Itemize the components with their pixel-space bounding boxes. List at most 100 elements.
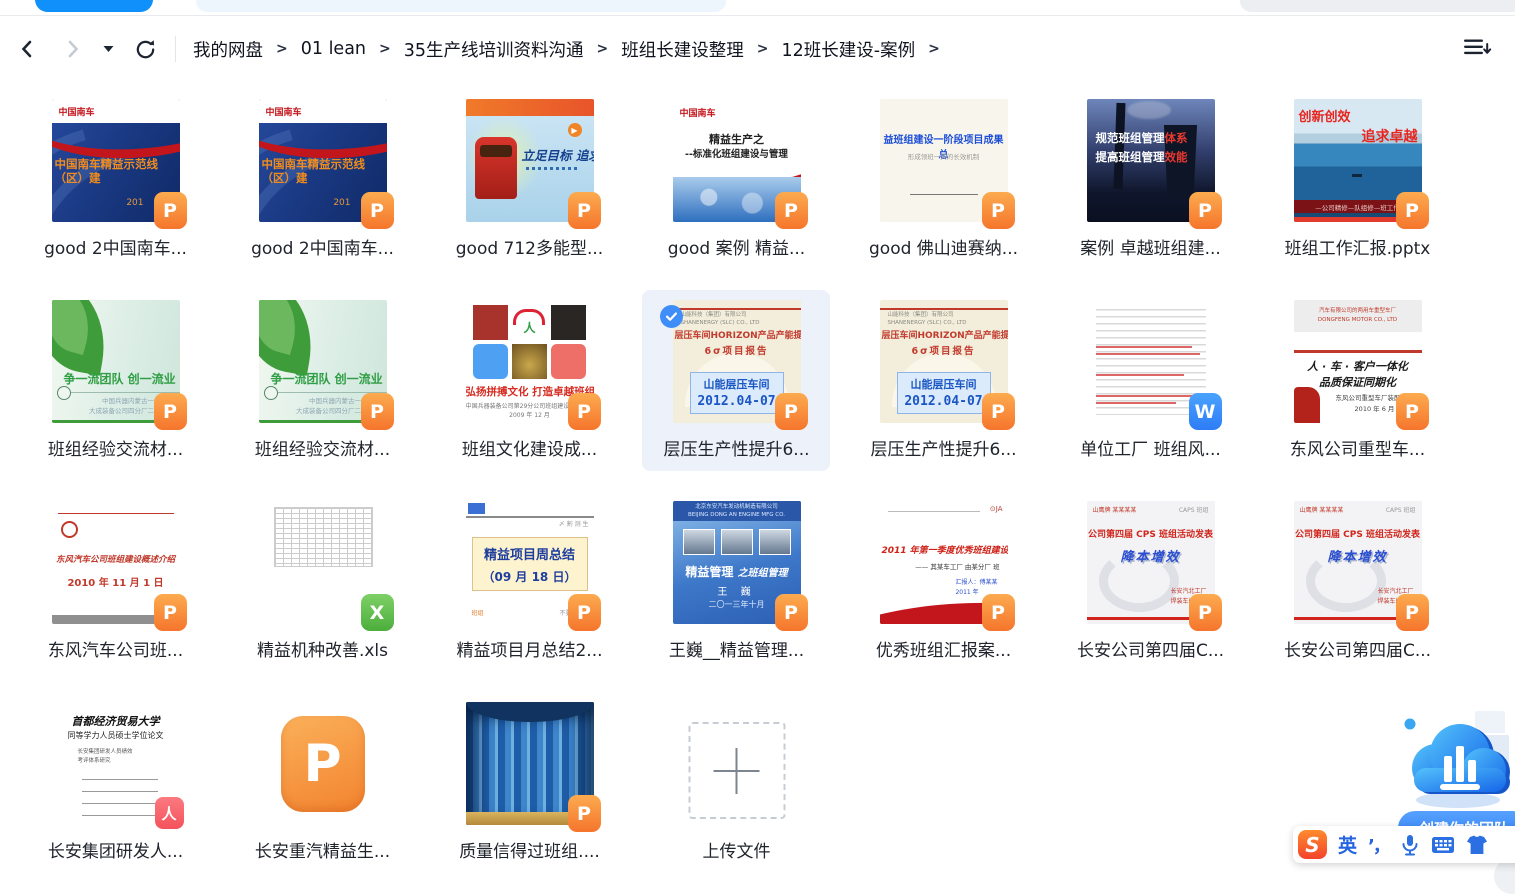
file-name: 精益项目月总结2...: [456, 636, 602, 661]
file-thumbnail: 争一流团队 创一流业中国兵器内蒙古一机集团大成装备公司四分厂二作业区P: [52, 300, 180, 423]
file-thumbnail: X: [259, 501, 387, 624]
file-name: 层压生产性提升6...: [663, 435, 809, 460]
top-right-bar[interactable]: [1240, 0, 1515, 12]
breadcrumb-item[interactable]: 35生产线培训资料沟通: [404, 37, 584, 62]
file-item[interactable]: 中国南车中国南车精益示范线（区）建201P good 2中国南车...: [219, 85, 426, 286]
file-item[interactable]: P 质量信得过班组....: [426, 688, 633, 889]
file-item[interactable]: ▶立足目标 追求卓P good 712多能型...: [426, 85, 633, 286]
file-item[interactable]: 山鹰牌 某某某某CAPS 班组公司第四届 CPS 班组活动发表降本增效长安汽北工…: [1047, 487, 1254, 688]
file-item[interactable]: 东风汽车公司班组建设概述介绍2010 年 11 月 1 日P东风汽车公司班...: [12, 487, 219, 688]
file-name: 东风公司重型车...: [1290, 435, 1425, 460]
file-name: 班组经验交流材...: [48, 435, 183, 460]
file-thumbnail: ▶立足目标 追求卓P: [466, 99, 594, 222]
filetype-badge-xls: X: [361, 594, 394, 631]
file-item[interactable]: 创新创效追求卓越—公司精修—队组修—班工作P班组工作汇报.pptx: [1254, 85, 1461, 286]
file-name: 东风汽车公司班...: [48, 636, 183, 661]
refresh-icon[interactable]: [134, 38, 157, 61]
file-thumbnail: 山能科技（集团）有限公司SHANENERGY (SLC) CO., LTD层压车…: [673, 300, 801, 423]
breadcrumb-item[interactable]: 我的网盘: [193, 37, 263, 62]
filetype-badge-ppt: P: [1396, 192, 1429, 229]
file-item[interactable]: 山能科技（集团）有限公司SHANENERGY (SLC) CO., LTD层压车…: [840, 286, 1047, 487]
file-item[interactable]: 〆 割 测 生精益项目周总结（09 月 18 日）班组不要告知P 精益项目月总结2…: [426, 487, 633, 688]
file-item[interactable]: 规范班组管理体系提高班组管理效能P案例 卓越班组建...: [1047, 85, 1254, 286]
file-thumbnail: 〆 割 测 生精益项目周总结（09 月 18 日）班组不要告知P: [466, 501, 594, 624]
file-thumbnail: W: [1087, 300, 1215, 423]
filetype-badge-ppt: P: [775, 594, 808, 631]
file-thumbnail: 山鹰牌 某某某某CAPS 班组公司第四届 CPS 班组活动发表降本增效长安汽北工…: [1087, 501, 1215, 624]
plus-icon: [714, 748, 760, 794]
file-thumbnail: P: [259, 702, 387, 825]
file-item[interactable]: ⊙JA2011 年第一季度优秀班组建设—— 其某车工厂 由某分厂 班汇报人：傅某…: [840, 487, 1047, 688]
file-item[interactable]: X精益机种改善.xls: [219, 487, 426, 688]
decor-circle: [1494, 858, 1515, 894]
file-thumbnail: 汽车有限公司的两用车重型车厂DONGFENG MOTOR CO., LTD人 ·…: [1294, 300, 1422, 423]
file-thumbnail: 中国南车中国南车精益示范线（区）建201P: [259, 99, 387, 222]
ime-language-mode[interactable]: 英: [1338, 831, 1357, 858]
file-item[interactable]: 中国南车中国南车精益示范线（区）建201Pgood 2中国南车...: [12, 85, 219, 286]
skin-tshirt-icon[interactable]: [1466, 835, 1488, 855]
breadcrumb-item[interactable]: 01 lean: [301, 39, 366, 59]
filetype-badge-ppt: P: [1189, 192, 1222, 229]
microphone-icon[interactable]: [1400, 834, 1420, 856]
file-name: good 2中国南车...: [44, 234, 187, 259]
file-name: 班组文化建设成...: [462, 435, 597, 460]
file-name: good 2中国南车...: [251, 234, 394, 259]
filetype-badge-ppt: P: [1189, 594, 1222, 631]
file-thumbnail: 益班组建设一阶段项目成果总形成领班一天的长效机制P: [880, 99, 1008, 222]
breadcrumb-item[interactable]: 班组长建设整理: [621, 37, 744, 62]
upload-plus-box[interactable]: [688, 722, 785, 819]
file-name: 班组经验交流材...: [255, 435, 390, 460]
file-name: good 712多能型...: [456, 234, 603, 259]
top-blue-pill-button[interactable]: [35, 0, 153, 12]
file-name: 质量信得过班组....: [459, 837, 600, 862]
forward-icon[interactable]: [63, 39, 83, 59]
file-grid: 中国南车中国南车精益示范线（区）建201Pgood 2中国南车...中国南车中国…: [12, 85, 1461, 889]
file-item[interactable]: 北京东安汽车发动机制造有限公司BEIJING DONG AN ENGINE MF…: [633, 487, 840, 688]
file-thumbnail: 创新创效追求卓越—公司精修—队组修—班工作P: [1294, 99, 1422, 222]
filetype-badge-pdf: 人: [155, 797, 184, 829]
filetype-badge-ppt: P: [982, 393, 1015, 430]
file-item[interactable]: 中国南车精益生产之--标准化班组建设与管理P good 案例 精益...: [633, 85, 840, 286]
upload-file-tile[interactable]: 上传文件: [633, 688, 840, 889]
filetype-badge-ppt: P: [154, 192, 187, 229]
file-thumbnail: 人弘扬拼搏文化 打造卓越班组中国兵器装备公司第29分公司班组建设材料交流 200…: [466, 300, 594, 423]
upload-label: 上传文件: [703, 837, 771, 862]
file-item[interactable]: 争一流团队 创一流业中国兵器内蒙古一机集团大成装备公司四分厂二作业区P 班组经验交…: [219, 286, 426, 487]
history-caret-down-icon[interactable]: [103, 45, 114, 53]
filetype-badge-ppt: P: [568, 795, 601, 832]
filetype-badge-ppt: P: [568, 393, 601, 430]
ime-toolbar: S 英 ’，: [1293, 826, 1515, 863]
filetype-badge-ppt: P: [1396, 393, 1429, 430]
filetype-badge-ppt: P: [775, 393, 808, 430]
file-item[interactable]: 人弘扬拼搏文化 打造卓越班组中国兵器装备公司第29分公司班组建设材料交流 200…: [426, 286, 633, 487]
file-name: 长安重汽精益生...: [255, 837, 390, 862]
file-name: 层压生产性提升6...: [870, 435, 1016, 460]
breadcrumb-separator-icon: >: [757, 41, 769, 57]
breadcrumb-item[interactable]: 12班长建设-案例: [782, 37, 916, 62]
file-name: 长安公司第四届C...: [1284, 636, 1431, 661]
file-item[interactable]: 首都经济贸易大学同等学力人员硕士学位论文长安集团研发人员绩效考评体系研究人长安集…: [12, 688, 219, 889]
ime-punctuation-toggle[interactable]: ’，: [1368, 832, 1389, 858]
breadcrumb-separator-icon: >: [276, 41, 288, 57]
upload-thumb-area: [673, 702, 801, 825]
file-item[interactable]: 汽车有限公司的两用车重型车厂DONGFENG MOTOR CO., LTD人 ·…: [1254, 286, 1461, 487]
breadcrumb: 我的网盘>01 lean>35生产线培训资料沟通>班组长建设整理>12班长建设-…: [193, 37, 953, 62]
file-item[interactable]: P 长安重汽精益生...: [219, 688, 426, 889]
file-name: 单位工厂 班组风...: [1080, 435, 1221, 460]
top-search-bar[interactable]: [196, 0, 726, 12]
file-item[interactable]: W 单位工厂 班组风...: [1047, 286, 1254, 487]
file-name: good 案例 精益...: [668, 234, 805, 259]
file-thumbnail: 中国南车精益生产之--标准化班组建设与管理P: [673, 99, 801, 222]
keyboard-icon[interactable]: [1431, 836, 1455, 854]
file-item[interactable]: 山鹰牌 某某某某CAPS 班组公司第四届 CPS 班组活动发表降本增效长安汽北工…: [1254, 487, 1461, 688]
sort-icon[interactable]: [1463, 36, 1493, 62]
file-item[interactable]: 益班组建设一阶段项目成果总形成领班一天的长效机制Pgood 佛山迪赛纳...: [840, 85, 1047, 286]
filetype-badge-ppt: P: [154, 393, 187, 430]
file-thumbnail: 争一流团队 创一流业中国兵器内蒙古一机集团大成装备公司四分厂二作业区P: [259, 300, 387, 423]
file-item[interactable]: 山能科技（集团）有限公司SHANENERGY (SLC) CO., LTD层压车…: [633, 286, 840, 487]
back-icon[interactable]: [17, 39, 37, 59]
ppt-file-icon: P: [281, 716, 365, 812]
sogou-logo-icon[interactable]: S: [1298, 830, 1327, 859]
file-thumbnail: ⊙JA2011 年第一季度优秀班组建设—— 其某车工厂 由某分厂 班汇报人：傅某…: [880, 501, 1008, 624]
file-item[interactable]: 争一流团队 创一流业中国兵器内蒙古一机集团大成装备公司四分厂二作业区P 班组经验交…: [12, 286, 219, 487]
